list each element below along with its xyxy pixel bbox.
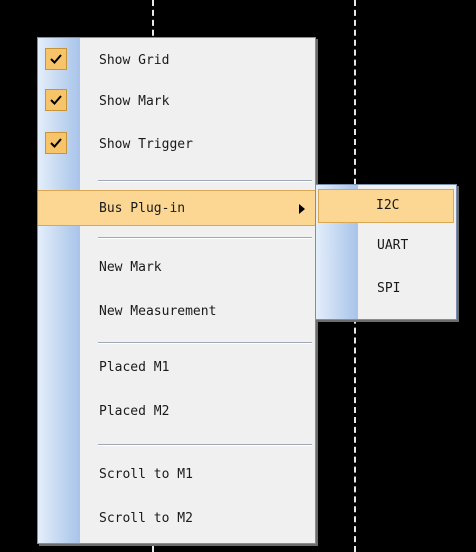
menu-item-placed-m1[interactable]: Placed M1 xyxy=(38,349,315,385)
submenu-item-i2c[interactable]: I2C xyxy=(318,189,454,223)
submenu-item-spi[interactable]: SPI xyxy=(316,281,456,315)
menu-separator xyxy=(98,180,312,182)
menu-item-label: Bus Plug-in xyxy=(99,200,186,216)
menu-separator xyxy=(98,342,312,344)
submenu-item-uart[interactable]: UART xyxy=(316,238,456,272)
menu-item-label: UART xyxy=(377,238,409,253)
menu-separator xyxy=(98,237,312,239)
waveform-canvas: Show Grid Show Mark Show Trigger Bus Plu… xyxy=(0,0,476,552)
menu-item-label: Show Grid xyxy=(99,52,170,68)
menu-item-label: I2C xyxy=(376,198,400,213)
bus-plug-in-submenu: I2C UART SPI xyxy=(315,184,457,320)
menu-item-label: Placed M1 xyxy=(99,359,170,375)
menu-item-label: Scroll to M1 xyxy=(99,466,193,482)
menu-item-label: New Measurement xyxy=(99,303,217,319)
menu-item-label: Show Trigger xyxy=(99,136,193,152)
menu-item-label: Scroll to M2 xyxy=(99,510,193,526)
menu-item-new-mark[interactable]: New Mark xyxy=(38,249,315,285)
menu-item-show-trigger[interactable]: Show Trigger xyxy=(38,126,315,162)
menu-item-label: Show Mark xyxy=(99,93,170,109)
check-icon xyxy=(45,132,67,154)
menu-separator xyxy=(98,444,312,446)
menu-item-label: Placed M2 xyxy=(99,403,170,419)
menu-item-bus-plug-in[interactable]: Bus Plug-in xyxy=(38,190,315,226)
menu-item-scroll-to-m2[interactable]: Scroll to M2 xyxy=(38,500,315,536)
context-menu: Show Grid Show Mark Show Trigger Bus Plu… xyxy=(37,37,316,544)
chevron-right-icon xyxy=(299,204,305,214)
menu-item-new-measurement[interactable]: New Measurement xyxy=(38,293,315,329)
menu-item-label: New Mark xyxy=(99,259,162,275)
check-icon xyxy=(45,48,67,70)
menu-item-placed-m2[interactable]: Placed M2 xyxy=(38,393,315,429)
menu-item-show-mark[interactable]: Show Mark xyxy=(38,83,315,119)
menu-item-label: SPI xyxy=(377,281,401,296)
check-icon xyxy=(45,89,67,111)
menu-item-scroll-to-m1[interactable]: Scroll to M1 xyxy=(38,456,315,492)
menu-item-show-grid[interactable]: Show Grid xyxy=(38,42,315,78)
